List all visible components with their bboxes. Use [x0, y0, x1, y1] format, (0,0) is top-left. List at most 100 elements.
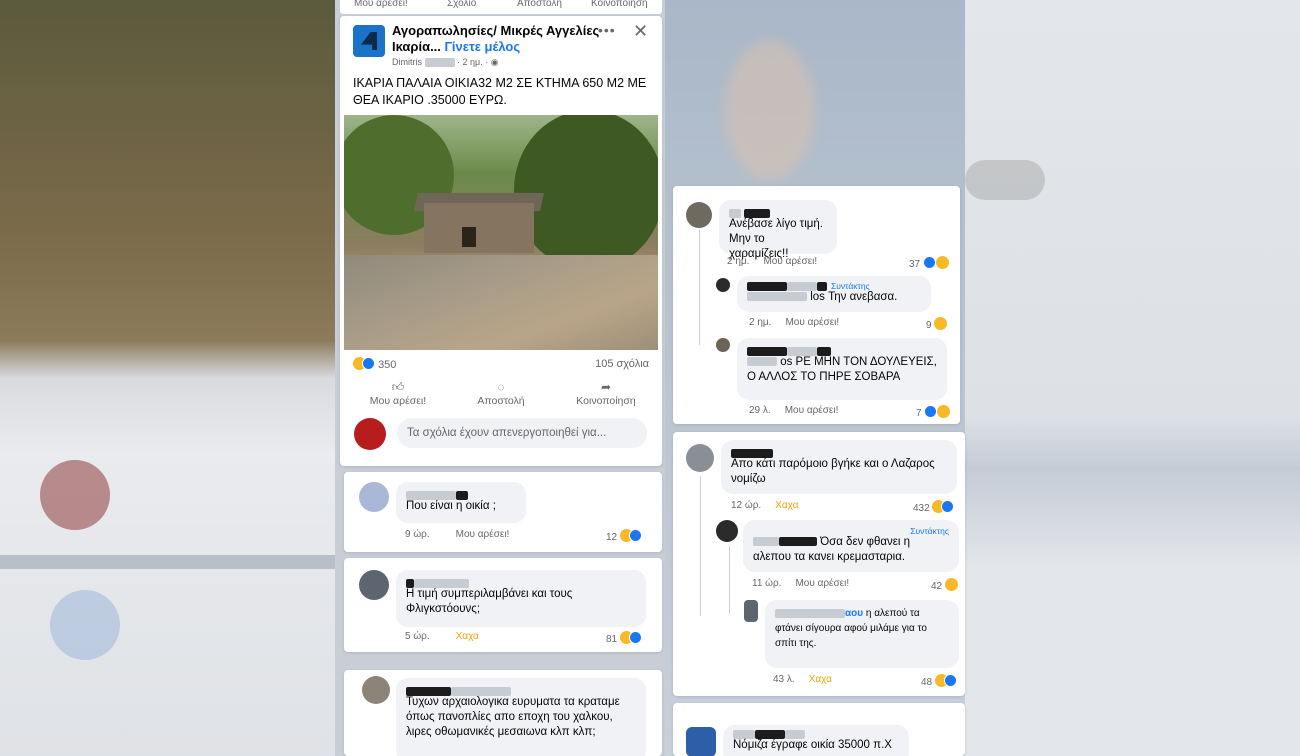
- prev-share-button[interactable]: Κοινοποίηση: [591, 0, 648, 9]
- share-button[interactable]: ➦ Κοινοποίηση: [556, 380, 656, 407]
- current-user-avatar[interactable]: [354, 418, 386, 450]
- comment-time[interactable]: 11 ώρ.: [752, 578, 781, 589]
- comment-card: Που είναι η οικία ; 9 ώρ. Μου αρέσει! 12: [344, 472, 662, 552]
- comment-card: Τυχων αρχαιολογικα ευρυματα τα κραταμε ό…: [344, 670, 662, 756]
- comment-time[interactable]: 9 ώρ.: [405, 529, 430, 540]
- messenger-icon: ◌: [497, 380, 505, 394]
- post-photo[interactable]: [344, 115, 658, 350]
- blurred-background-right: [965, 0, 1300, 756]
- group-name[interactable]: Αγοραπωλησίες/ Μικρές Αγγελίες Ικαρία...…: [392, 23, 602, 55]
- prev-like-button[interactable]: Μου αρέσει!: [354, 0, 408, 9]
- comment-reaction-count[interactable]: 432: [913, 500, 955, 514]
- reaction-count: 350: [378, 359, 397, 371]
- comment-time[interactable]: 29 λ.: [749, 405, 771, 416]
- comment-card: Η τιμή συμπεριλαμβάνει και τους Φλιγκστό…: [344, 558, 662, 652]
- comment-reaction-count[interactable]: 9: [926, 317, 948, 331]
- comment-time[interactable]: 43 λ.: [773, 674, 795, 685]
- like-reaction-icon: [628, 631, 642, 644]
- comment-bubble: Απο κάτι παρόμοιο βγήκε και ο Λαζαρος νο…: [721, 440, 957, 494]
- comment-reaction-count[interactable]: 7: [916, 405, 951, 419]
- like-reaction-icon: [924, 405, 938, 418]
- comment-bubble: αου η αλεπού τα φτάνει σίγουρα αφού μιλά…: [765, 600, 959, 668]
- comment-thread-card: Απο κάτι παρόμοιο βγήκε και ο Λαζαρος νο…: [673, 432, 965, 696]
- like-reaction-icon: [922, 256, 936, 269]
- comment-count[interactable]: 105 σχόλια: [595, 358, 649, 370]
- like-reaction-icon: [943, 674, 957, 687]
- like-reaction-icon: [941, 500, 955, 513]
- blurred-background-left: [0, 0, 335, 756]
- comment-bubble: Συντάκτης Όσα δεν φθανει η αλεπου τα καν…: [743, 520, 959, 572]
- comment-haha-reaction[interactable]: Χαχα: [456, 631, 479, 642]
- previous-post-action-bar: Μου αρέσει! Σχόλιο Αποστολή Κοινοποίηση: [340, 0, 662, 14]
- globe-icon: ◉: [490, 57, 499, 67]
- post-author[interactable]: Dimitris: [392, 57, 422, 67]
- post-time[interactable]: · 2 ημ. ·: [457, 57, 488, 67]
- share-arrow-icon: ➦: [600, 380, 612, 394]
- like-reaction-icon: [628, 529, 642, 542]
- comment-time[interactable]: 2 ημ.: [727, 256, 749, 267]
- comment-bubble: Νόμιζα έγραφε οικία 35000 π.Χ: [723, 725, 909, 756]
- comment-reaction-count[interactable]: 37: [909, 256, 949, 270]
- prev-send-button[interactable]: Αποστολή: [517, 0, 562, 9]
- comment-text: Τυχων αρχαιολογικα ευρυματα τα κραταμε ό…: [406, 696, 620, 738]
- avatar[interactable]: [716, 520, 738, 542]
- comment-like-button[interactable]: Μου αρέσει!: [763, 256, 817, 267]
- avatar[interactable]: [686, 727, 716, 756]
- more-options-icon[interactable]: •••: [598, 22, 616, 38]
- comment-bubble: Που είναι η οικία ;: [396, 482, 526, 523]
- author-badge: Συντάκτης: [831, 281, 870, 291]
- comment-text: Ανέβασε λίγο τιμή. Μην το χαραμίζεις!!: [729, 218, 823, 260]
- comment-reaction-count[interactable]: 81: [606, 631, 642, 645]
- like-button[interactable]: 👍︎ Μου αρέσει!: [348, 380, 448, 407]
- comment-haha-reaction[interactable]: Χαχα: [809, 674, 832, 685]
- comment-text: los Την ανεβασα.: [810, 291, 898, 303]
- prev-comment-button[interactable]: Σχόλιο: [447, 0, 476, 9]
- post-action-bar: 👍︎ Μου αρέσει! ◌ Αποστολή ➦ Κοινοποίηση: [340, 380, 662, 412]
- comment-bubble: Η τιμή συμπεριλαμβάνει και τους Φλιγκστό…: [396, 570, 646, 627]
- redacted-name: [424, 58, 455, 68]
- comment-thread-card: Ανέβασε λίγο τιμή. Μην το χαραμίζεις!! 2…: [673, 186, 960, 424]
- avatar[interactable]: [359, 570, 389, 600]
- avatar[interactable]: [362, 676, 390, 704]
- haha-reaction-icon: [935, 256, 949, 269]
- comment-input-disabled: Τα σχόλια έχουν απενεργοποιηθεί για...: [397, 418, 647, 448]
- comment-haha-reaction[interactable]: Χαχα: [775, 500, 798, 511]
- avatar[interactable]: [686, 202, 712, 228]
- avatar[interactable]: [716, 278, 730, 292]
- avatar[interactable]: [686, 444, 714, 472]
- post-text: ΙΚΑΡΙΑ ΠΑΛΑΙΑ ΟΙΚΙΑ32 Μ2 ΣΕ ΚΤΗΜΑ 650 Μ2…: [353, 76, 647, 107]
- comment-time[interactable]: 12 ώρ.: [731, 500, 761, 511]
- comment-like-button[interactable]: Μου αρέσει!: [785, 405, 839, 416]
- author-badge: Συντάκτης: [910, 526, 949, 536]
- group-logo[interactable]: [353, 25, 385, 57]
- comment-bubble: Ανέβασε λίγο τιμή. Μην το χαραμίζεις!!: [719, 200, 837, 260]
- post-meta: Dimitris · 2 ημ. · ◉: [392, 57, 499, 68]
- avatar[interactable]: [359, 482, 389, 512]
- thumbs-up-icon: 👍︎: [391, 380, 405, 394]
- close-icon[interactable]: ✕: [633, 21, 648, 42]
- haha-reaction-icon: [934, 317, 948, 330]
- comment-text: Νόμιζα έγραφε οικία 35000 π.Χ: [733, 739, 892, 751]
- comment-time[interactable]: 2 ημ.: [749, 317, 771, 328]
- avatar[interactable]: [744, 600, 758, 622]
- comment-reaction-count[interactable]: 48: [921, 674, 957, 688]
- avatar[interactable]: [716, 338, 730, 352]
- haha-reaction-icon: [944, 578, 958, 591]
- join-group-button[interactable]: Γίνετε μέλος: [445, 39, 521, 54]
- comment-text: Απο κάτι παρόμοιο βγήκε και ο Λαζαρος νο…: [731, 458, 935, 485]
- comment-reaction-count[interactable]: 42: [931, 578, 958, 592]
- send-button[interactable]: ◌ Αποστολή: [451, 380, 551, 407]
- comment-like-button[interactable]: Μου αρέσει!: [785, 317, 839, 328]
- comment-card: Νόμιζα έγραφε οικία 35000 π.Χ: [673, 703, 965, 756]
- haha-reaction-icon: [937, 405, 951, 418]
- reaction-summary[interactable]: 350: [353, 357, 396, 371]
- comment-text: Η τιμή συμπεριλαμβάνει και τους Φλιγκστό…: [406, 588, 573, 615]
- comment-bubble: Τυχων αρχαιολογικα ευρυματα τα κραταμε ό…: [396, 678, 646, 756]
- like-reaction-icon: [362, 357, 375, 370]
- comment-time[interactable]: 5 ώρ.: [405, 631, 430, 642]
- comment-like-button[interactable]: Μου αρέσει!: [456, 529, 510, 540]
- group-post: Αγοραπωλησίες/ Μικρές Αγγελίες Ικαρία...…: [340, 16, 662, 466]
- comment-bubble: os ΡΕ ΜΗΝ ΤΟΝ ΔΟΥΛΕΥΕΙΣ, Ο ΑΛΛΟΣ ΤΟ ΠΗΡΕ…: [737, 338, 947, 400]
- comment-like-button[interactable]: Μου αρέσει!: [795, 578, 849, 589]
- comment-reaction-count[interactable]: 12: [606, 529, 642, 543]
